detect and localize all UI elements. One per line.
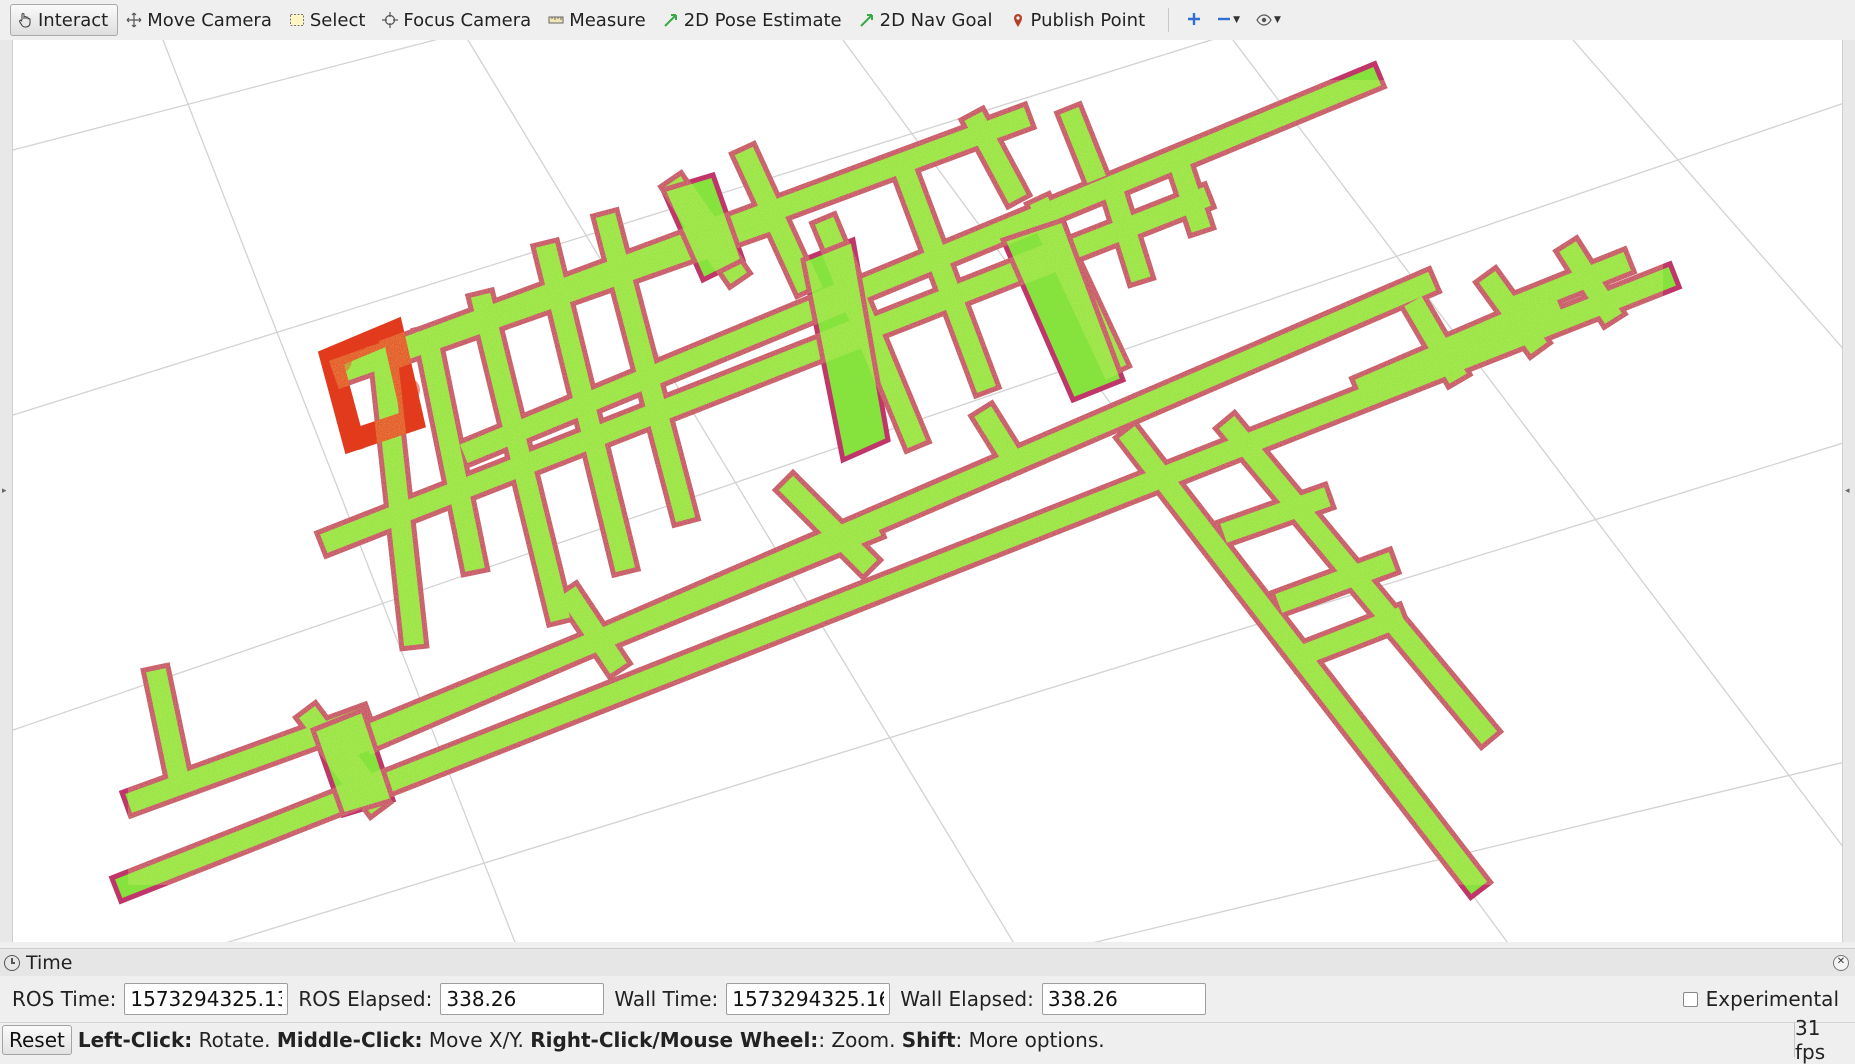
2d-pose-estimate-tool-label: 2D Pose Estimate: [683, 9, 842, 31]
publish-point-tool-label: Publish Point: [1030, 9, 1146, 31]
toolbar-separator: [1168, 8, 1170, 32]
move-camera-icon: [126, 12, 142, 28]
checkbox-icon[interactable]: [1682, 991, 1698, 1007]
reset-button[interactable]: Reset: [2, 1024, 72, 1055]
wall-time-field[interactable]: [726, 983, 891, 1015]
hint-right-click: Right-Click/Mouse Wheel:: [530, 1027, 819, 1052]
chevron-right-icon: ▸: [2, 486, 7, 496]
minus-icon: [1217, 10, 1231, 31]
green-arrow-icon: [663, 12, 679, 28]
interact-tool-button[interactable]: Interact: [10, 4, 119, 36]
wall-elapsed-label: Wall Elapsed:: [900, 987, 1034, 1011]
select-tool-button[interactable]: Select: [283, 4, 375, 36]
render-panel-3d-view[interactable]: [13, 40, 1843, 942]
ruler-icon: [548, 12, 564, 28]
right-dock-handle[interactable]: ◂: [1842, 40, 1855, 942]
ros-elapsed-label: ROS Elapsed:: [298, 987, 433, 1011]
green-arrow-icon: [859, 12, 875, 28]
hint-left-click: Left-Click:: [77, 1027, 193, 1052]
time-panel-title: Time: [26, 951, 73, 974]
focus-camera-tool-label: Focus Camera: [403, 9, 532, 31]
ros-elapsed-field[interactable]: [440, 983, 605, 1015]
select-tool-label: Select: [309, 9, 366, 31]
hand-pointer-icon: [17, 12, 33, 28]
left-dock-handle[interactable]: ▸: [0, 40, 13, 942]
2d-pose-estimate-tool-button[interactable]: 2D Pose Estimate: [657, 4, 851, 36]
focus-camera-tool-button[interactable]: Focus Camera: [376, 4, 540, 36]
add-tool-button[interactable]: [1179, 4, 1209, 36]
map-pin-icon: [1010, 12, 1026, 28]
measure-tool-label: Measure: [569, 9, 646, 31]
2d-nav-goal-tool-label: 2D Nav Goal: [879, 9, 993, 31]
experimental-label: Experimental: [1705, 987, 1839, 1011]
interact-tool-label: Interact: [38, 9, 109, 31]
move-camera-tool-label: Move Camera: [147, 9, 272, 31]
plus-icon: [1187, 10, 1201, 31]
remove-tool-button[interactable]: ▼: [1209, 4, 1248, 36]
chevron-down-icon: ▼: [1233, 15, 1241, 25]
status-bar: Reset Left-Click: Rotate. Middle-Click: …: [0, 1022, 1855, 1056]
experimental-checkbox[interactable]: Experimental: [1682, 978, 1839, 1020]
fps-counter: 31 fps: [1794, 1016, 1855, 1064]
mouse-hint-text: Left-Click: Rotate. Middle-Click: Move X…: [77, 1027, 1105, 1052]
view-options-button[interactable]: ▼: [1248, 4, 1289, 36]
wall-time-label: Wall Time:: [614, 987, 719, 1011]
focus-camera-icon: [382, 12, 399, 28]
ros-time-label: ROS Time:: [12, 987, 117, 1011]
publish-point-tool-button[interactable]: Publish Point: [1004, 4, 1155, 36]
measure-tool-button[interactable]: Measure: [542, 4, 655, 36]
close-icon[interactable]: ✕: [1833, 955, 1849, 971]
clock-icon: [4, 954, 20, 971]
wall-elapsed-field[interactable]: [1041, 983, 1206, 1015]
ros-time-field[interactable]: [124, 983, 289, 1015]
chevron-down-icon: ▼: [1274, 15, 1281, 25]
chevron-left-icon: ◂: [1845, 486, 1850, 496]
select-rect-icon: [289, 12, 305, 28]
time-panel-header: Time ✕: [0, 948, 1855, 976]
tool-properties-toolbar: Interact Move Camera Select Focus Camera…: [0, 0, 1855, 40]
occupancy-grid-map: [13, 40, 1843, 942]
move-camera-tool-button[interactable]: Move Camera: [120, 4, 281, 36]
2d-nav-goal-tool-button[interactable]: 2D Nav Goal: [853, 4, 1002, 36]
hint-middle-click: Middle-Click:: [276, 1027, 423, 1052]
time-panel-fields: ROS Time: ROS Elapsed: Wall Time: Wall E…: [0, 978, 1855, 1020]
hint-shift: Shift: [901, 1027, 956, 1052]
eye-icon: [1256, 10, 1272, 31]
